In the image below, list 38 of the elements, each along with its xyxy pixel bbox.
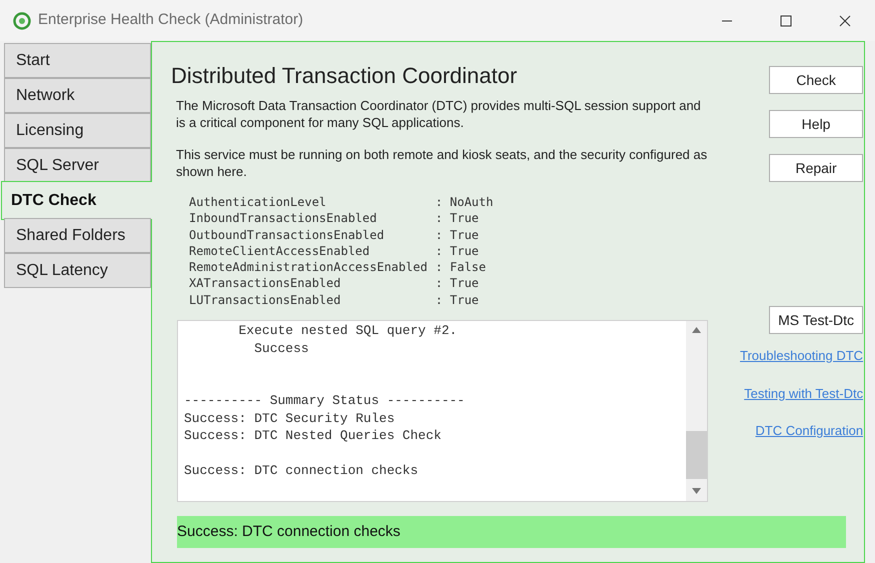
setting-name: XATransactionsEnabled [189, 275, 342, 292]
scroll-up-icon[interactable] [692, 327, 701, 334]
log-text: Execute nested SQL query #2. Success ---------- Summary Status ---------- Success: DTC Security Rules Success: DTC Nested Queries Check Success: DTC connection checks [183, 322, 466, 480]
sidebar-tab[interactable]: Start [4, 43, 151, 78]
description-text: This service must be running on both remote and kiosk seats, and the security configured as shown here. [176, 147, 708, 180]
setting-value: : True [435, 242, 480, 260]
sidebar-tab[interactable]: Network [4, 78, 151, 113]
app-logo-icon [13, 12, 31, 30]
sidebar-tab[interactable]: DTC Check [1, 181, 152, 220]
maximize-icon[interactable] [780, 14, 792, 26]
setting-name: AuthenticationLevel [189, 194, 328, 210]
setting-name: RemoteClientAccessEnabled [189, 242, 371, 260]
setting-value: : True [435, 275, 480, 292]
setting-name: LUTransactionsEnabled [189, 292, 342, 308]
page-heading: Distributed Transaction Coordinator [171, 62, 518, 90]
description-text: The Microsoft Data Transaction Coordinator (DTC) provides multi-SQL session support and is a critical component for many SQL applications. [176, 98, 702, 131]
setting-value: : True [435, 210, 480, 227]
setting-name: OutboundTransactionsEnabled [189, 226, 386, 243]
setting-value: : True [435, 226, 480, 243]
action-button[interactable]: Help [769, 110, 864, 138]
action-button[interactable]: Repair [769, 154, 864, 182]
ms-test-dtc-button[interactable]: MS Test-Dtc [769, 306, 864, 334]
action-button[interactable]: Check [769, 66, 864, 94]
scroll-down-icon[interactable] [692, 488, 701, 494]
setting-name: InboundTransactionsEnabled [189, 210, 378, 227]
sidebar-tab[interactable]: SQL Server [4, 148, 151, 183]
sidebar-tab[interactable]: Licensing [4, 113, 151, 148]
sidebar-tab[interactable]: Shared Folders [4, 218, 151, 253]
setting-value: : NoAuth [435, 194, 494, 210]
window-title: Enterprise Health Check (Administrator) [38, 10, 304, 30]
scrollbar[interactable] [686, 321, 707, 502]
close-icon[interactable] [839, 14, 851, 26]
status-bar: Success: DTC connection checks [177, 516, 846, 548]
setting-value: : False [435, 259, 487, 276]
sidebar-tab[interactable]: SQL Latency [4, 253, 151, 288]
scroll-thumb[interactable] [686, 431, 707, 480]
setting-value: : True [435, 292, 480, 308]
setting-name: RemoteAdministrationAccessEnabled [189, 259, 428, 276]
